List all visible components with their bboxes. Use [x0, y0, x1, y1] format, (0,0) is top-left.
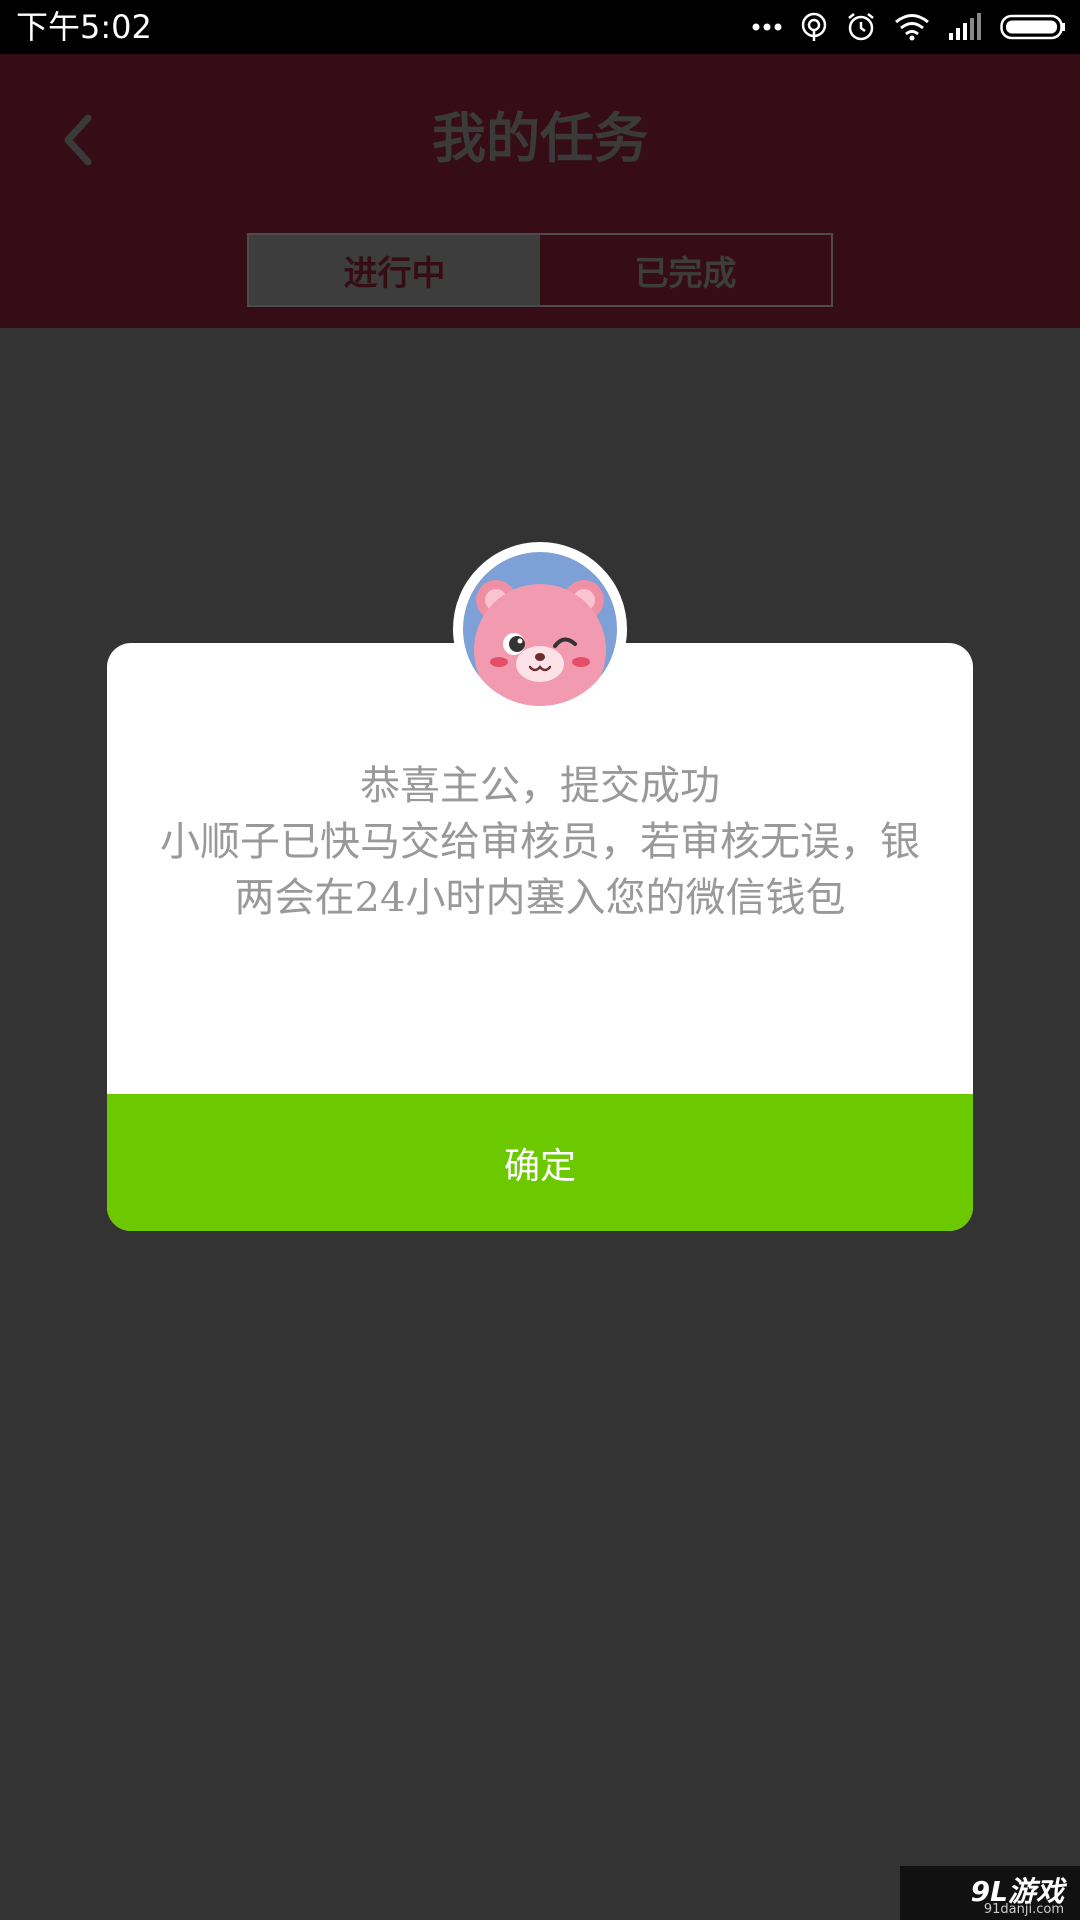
alarm-icon [846, 12, 876, 42]
watermark: 9L游戏 91danji.com [900, 1866, 1080, 1920]
tab-in-progress[interactable]: 进行中 [249, 235, 540, 305]
watermark-site: 91danji.com [983, 1902, 1064, 1917]
page-title: 我的任务 [432, 107, 648, 170]
header: 我的任务 进行中 已完成 [0, 54, 1080, 328]
tab-bar: 进行中 已完成 [247, 233, 833, 307]
pink-bear-winking-icon [463, 552, 617, 706]
success-dialog: 恭喜主公，提交成功 小顺子已快马交给审核员，若审核无误，银两会在24小时内塞入您… [107, 643, 973, 1231]
status-icons [752, 10, 1066, 44]
dialog-message-line-1: 恭喜主公，提交成功 [360, 763, 720, 809]
status-bar: 下午5:02 [0, 0, 1080, 54]
tab-completed[interactable]: 已完成 [540, 235, 831, 305]
wifi-icon [894, 13, 930, 41]
hotspot-icon [800, 12, 828, 42]
confirm-button[interactable]: 确定 [107, 1094, 973, 1231]
dialog-message: 恭喜主公，提交成功 小顺子已快马交给审核员，若审核无误，银两会在24小时内塞入您… [157, 758, 923, 926]
battery-icon [1000, 13, 1066, 41]
status-time: 下午5:02 [16, 8, 152, 46]
more-dots-icon [752, 22, 782, 32]
dialog-message-line-2: 小顺子已快马交给审核员，若审核无误，银两会在24小时内塞入您的微信钱包 [160, 819, 920, 921]
signal-icon [948, 13, 982, 41]
